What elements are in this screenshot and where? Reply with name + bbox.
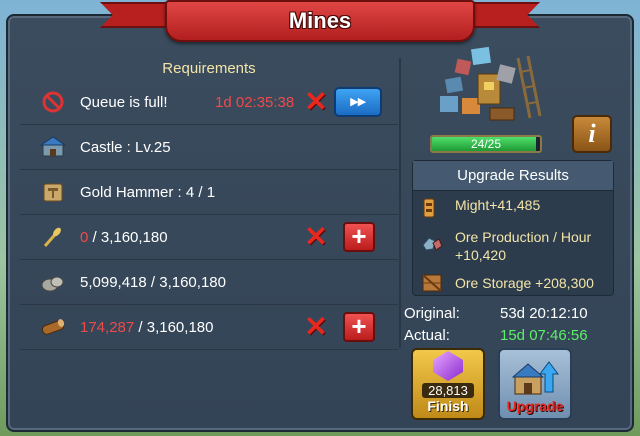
queue-status-text: Queue is full! <box>80 93 168 111</box>
upgrade-button[interactable]: Upgrade <box>498 348 572 420</box>
might-icon <box>421 197 443 219</box>
stone-requirement-text: 5,099,418 / 3,160,180 <box>80 274 226 291</box>
upgrade-label: Upgrade <box>506 398 564 414</box>
actual-time-label: Actual: <box>404 327 450 344</box>
timber-icon <box>40 314 66 340</box>
castle-icon <box>40 134 66 160</box>
gold-hammer-icon <box>40 179 66 205</box>
finish-button[interactable]: 28,813 Finish <box>411 348 485 420</box>
stone-current: 5,099,418 <box>80 273 147 291</box>
castle-requirement-text: Castle : Lv.25 <box>80 138 171 156</box>
original-time-label: Original: <box>404 305 460 322</box>
requirement-row-stone: 5,099,418 / 3,160,180 <box>20 260 398 305</box>
storage-crate-icon <box>421 271 443 293</box>
mine-icon <box>432 38 542 130</box>
gold-hammer-requirement-text: Gold Hammer : 4 / 1 <box>80 183 216 201</box>
stone-required: / 3,160,180 <box>146 273 226 291</box>
ore-storage-text: Ore Storage +208,300 <box>455 275 594 291</box>
requirement-row-gold-hammer: Gold Hammer : 4 / 1 <box>20 170 398 215</box>
unmet-x-icon: ✕ <box>304 221 328 252</box>
queue-timer: 1d 02:35:38 <box>215 93 295 111</box>
speedup-button[interactable]: ▸▸ <box>334 87 382 117</box>
actual-time-value: 15d 07:46:56 <box>500 327 588 344</box>
upgrade-building-icon <box>511 361 559 395</box>
food-required: / 3,160,180 <box>88 228 168 246</box>
add-timber-button[interactable]: + <box>343 312 375 342</box>
gem-icon <box>433 351 463 381</box>
unmet-x-icon: ✕ <box>304 86 328 117</box>
finish-label: Finish <box>427 398 469 414</box>
ore-production-label: Ore Production / Hour <box>455 229 592 245</box>
timber-required: / 3,160,180 <box>134 318 214 336</box>
column-divider <box>399 58 401 348</box>
add-food-button[interactable]: + <box>343 222 375 252</box>
timber-current: 174,287 <box>80 318 135 336</box>
building-level-text: 24/25 <box>470 137 502 151</box>
food-requirement-text: 0 / 3,160,180 <box>80 229 168 246</box>
dialog-title: Mines <box>288 8 352 33</box>
requirement-row-castle: Castle : Lv.25 <box>20 125 398 170</box>
title-banner: Mines <box>165 0 475 42</box>
unmet-x-icon: ✕ <box>304 311 328 342</box>
finish-gem-cost: 28,813 <box>422 383 474 398</box>
no-builder-icon <box>40 89 66 115</box>
requirement-row-timber: 174,287 / 3,160,180 ✕ + <box>20 305 398 350</box>
food-icon <box>40 224 66 250</box>
timber-requirement-text: 174,287 / 3,160,180 <box>80 319 213 336</box>
upgrade-results-panel: Upgrade Results Might+41,485 Ore Product… <box>412 160 614 296</box>
original-time-value: 53d 20:12:10 <box>500 305 588 322</box>
building-level-bar: 24/25 <box>430 135 542 153</box>
stone-icon <box>40 269 66 295</box>
ore-icon <box>421 235 443 257</box>
upgrade-results-title: Upgrade Results <box>413 161 613 191</box>
ore-production-value: +10,420 <box>455 247 506 263</box>
requirements-title: Requirements <box>162 60 256 77</box>
info-button[interactable]: i <box>572 115 612 153</box>
requirements-list: Queue is full! 1d 02:35:38 ✕ ▸▸ Castle :… <box>20 80 398 350</box>
might-result-text: Might+41,485 <box>455 197 541 213</box>
requirement-row-queue: Queue is full! 1d 02:35:38 ✕ ▸▸ <box>20 80 398 125</box>
requirement-row-food: 0 / 3,160,180 ✕ + <box>20 215 398 260</box>
